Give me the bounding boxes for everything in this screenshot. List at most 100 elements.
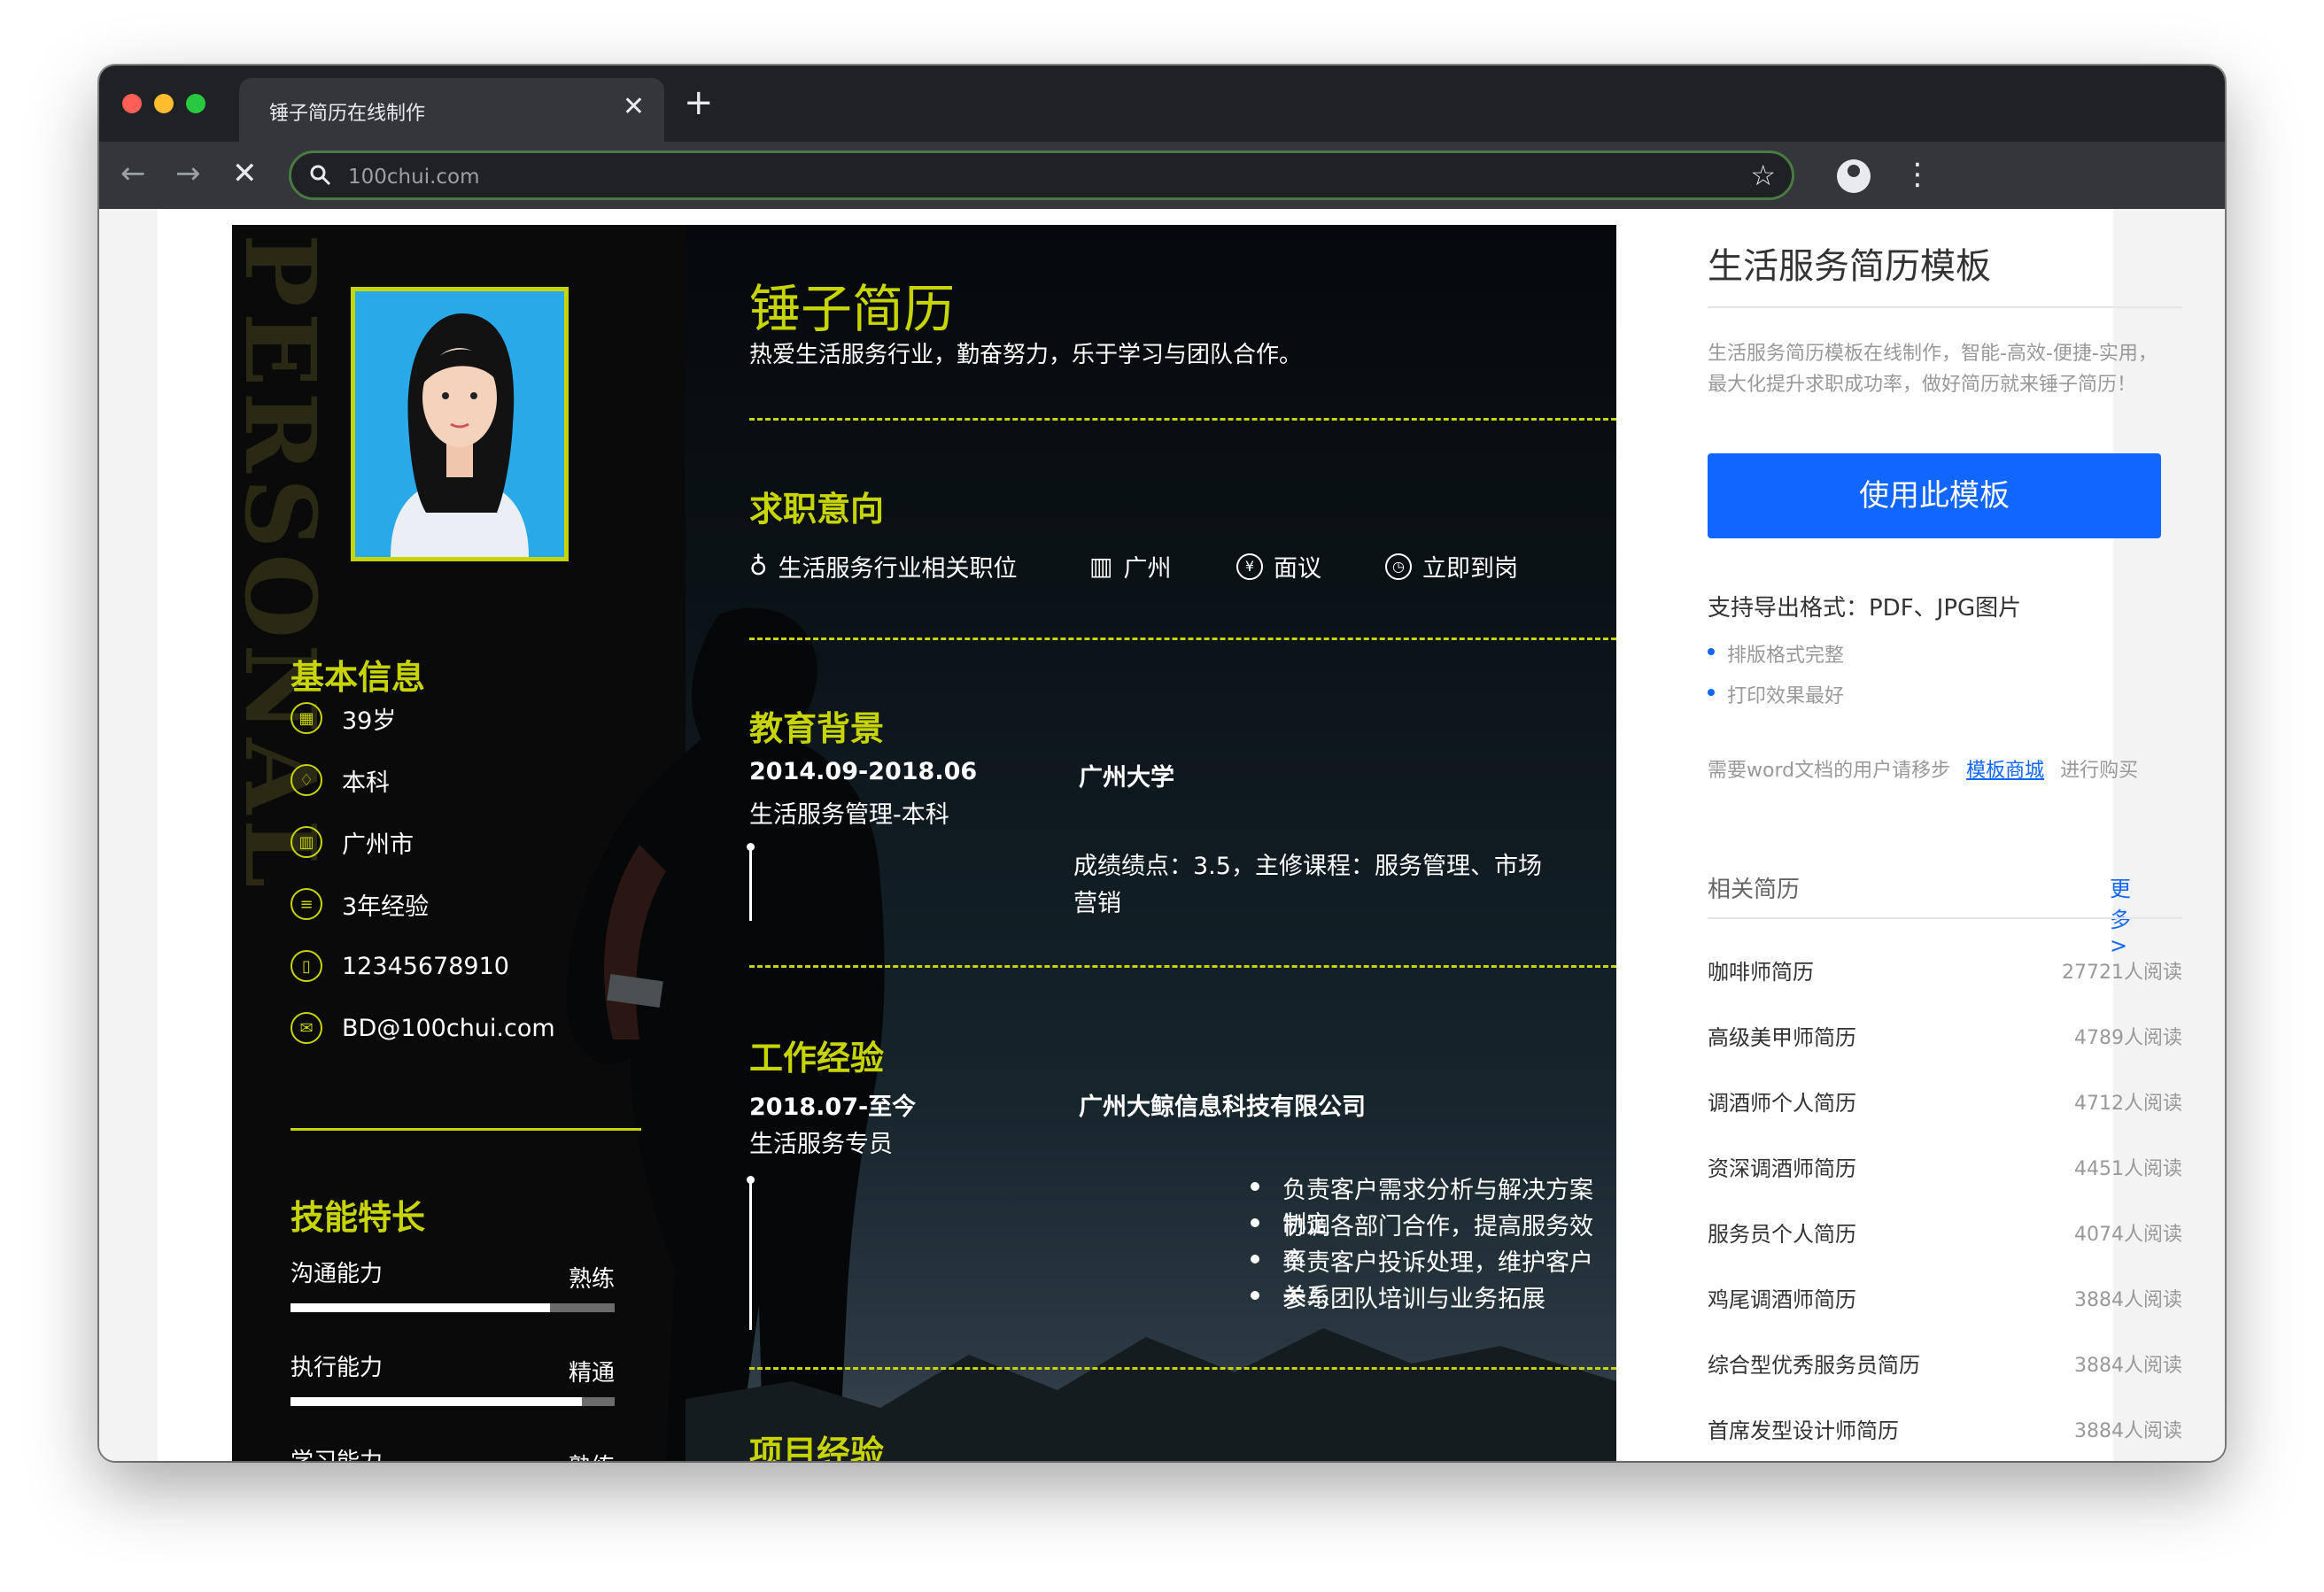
bookmark-star-icon[interactable]: ☆ bbox=[1750, 158, 1776, 192]
tab-close-icon[interactable]: ✕ bbox=[623, 92, 645, 122]
education-school: 广州大学 bbox=[1079, 764, 1174, 792]
skill-progress-bar bbox=[290, 1397, 615, 1406]
dashed-divider bbox=[749, 965, 1616, 968]
education-detail: 成绩绩点：3.5，主修课程：服务管理、市场 bbox=[1073, 853, 1542, 880]
close-window-button[interactable] bbox=[122, 94, 142, 113]
skill-level: 熟练 bbox=[569, 1449, 615, 1461]
resume-preview: PERSONAL 基本信息 ▦ 39岁 ♢ 本科 ▥ 广州市 ≡ 3年经验 ▯ … bbox=[232, 225, 1616, 1461]
basic-info-item: ▦ 39岁 bbox=[290, 700, 396, 736]
sidebar-title: 生活服务简历模板 bbox=[1708, 246, 1991, 287]
new-tab-button[interactable]: + bbox=[684, 81, 714, 124]
sidebar-description-line: 生活服务简历模板在线制作，智能-高效-便捷-实用， bbox=[1708, 343, 2157, 365]
basic-info-item: ✉ BD@100chui.com bbox=[290, 1010, 555, 1046]
related-resume-name[interactable]: 服务员个人简历 bbox=[1708, 1217, 1856, 1248]
job-intent-title: 求职意向 bbox=[749, 490, 885, 529]
related-resume-name[interactable]: 综合型优秀服务员简历 bbox=[1708, 1348, 1920, 1379]
work-bullet-item: 负责客户需求分析与解决方案制定 bbox=[1249, 1171, 1616, 1239]
basic-info-text: 3年经验 bbox=[342, 893, 430, 921]
feature-item: 排版格式完整 bbox=[1708, 639, 1844, 668]
word-note: 需要word文档的用户请移步 模板商城 进行购买 bbox=[1708, 754, 2138, 783]
basic-info-text: 广州市 bbox=[342, 831, 414, 859]
related-resume-name[interactable]: 咖啡师简历 bbox=[1708, 954, 1814, 985]
related-resume-name[interactable]: 高级美甲师简历 bbox=[1708, 1020, 1856, 1051]
minimize-window-button[interactable] bbox=[154, 94, 174, 113]
resume-name: 锤子简历 bbox=[749, 279, 956, 339]
skill-name: 沟通能力 bbox=[290, 1261, 383, 1287]
word-note-text: 需要word文档的用户请移步 bbox=[1708, 760, 1951, 782]
browser-tab[interactable]: 锤子简历在线制作 ✕ bbox=[239, 78, 664, 142]
related-resume-item[interactable]: 咖啡师简历 27721人阅读 bbox=[1708, 954, 2182, 990]
building-icon: ▥ bbox=[1089, 552, 1113, 581]
forward-arrow-icon[interactable]: → bbox=[175, 154, 201, 193]
related-resume-reads: 4712人阅读 bbox=[2074, 1093, 2182, 1115]
tab-title: 锤子简历在线制作 bbox=[269, 103, 426, 125]
work-bullet-item: 负责客户投诉处理，维护客户关系 bbox=[1249, 1243, 1616, 1311]
maximize-window-button[interactable] bbox=[186, 94, 205, 113]
tie-icon: ♁ bbox=[749, 552, 768, 581]
skills-title: 技能特长 bbox=[290, 1198, 426, 1237]
sidebar-divider bbox=[1708, 306, 2182, 308]
related-resume-name[interactable]: 资深调酒师简历 bbox=[1708, 1151, 1856, 1182]
related-resume-name[interactable]: 鸡尾调酒师简历 bbox=[1708, 1282, 1856, 1313]
skill-item: 执行能力 精通 bbox=[290, 1349, 615, 1406]
dashed-divider bbox=[749, 1367, 1616, 1370]
skill-progress-fill bbox=[290, 1303, 550, 1312]
intent-salary: ¥ 面议 bbox=[1236, 549, 1321, 583]
intent-city-text: 广州 bbox=[1123, 555, 1172, 583]
back-arrow-icon[interactable]: ← bbox=[120, 154, 146, 193]
education-major: 生活服务管理-本科 bbox=[749, 801, 949, 829]
education-detail-cont: 营销 bbox=[1073, 890, 1121, 917]
more-link[interactable]: 更多> bbox=[2110, 871, 2131, 958]
use-template-button[interactable]: 使用此模板 bbox=[1708, 453, 2161, 538]
related-resume-item[interactable]: 服务员个人简历 4074人阅读 bbox=[1708, 1217, 2182, 1252]
portrait-image bbox=[355, 291, 564, 557]
related-resume-item[interactable]: 综合型优秀服务员简历 3884人阅读 bbox=[1708, 1348, 2182, 1383]
title-bar: 锤子简历在线制作 ✕ + bbox=[99, 66, 2225, 142]
search-icon bbox=[310, 165, 331, 186]
dashed-divider bbox=[749, 638, 1616, 640]
template-sidebar: 生活服务简历模板 生活服务简历模板在线制作，智能-高效-便捷-实用， 最大化提升… bbox=[1663, 209, 2182, 1461]
work-bullet-item: 协调各部门合作，提高服务效率 bbox=[1249, 1207, 1616, 1275]
related-resume-reads: 3884人阅读 bbox=[2074, 1289, 2182, 1311]
sidebar-divider bbox=[1708, 917, 2182, 919]
basic-info-item: ♢ 本科 bbox=[290, 762, 390, 798]
browser-menu-icon[interactable]: ⋮ bbox=[1902, 152, 1933, 197]
address-bar[interactable]: 100chui.com ☆ bbox=[289, 151, 1794, 200]
template-store-link[interactable]: 模板商城 bbox=[1966, 760, 2044, 782]
intent-arrival: ◷ 立即到岗 bbox=[1385, 549, 1518, 583]
related-resume-name[interactable]: 首席发型设计师简历 bbox=[1708, 1413, 1899, 1444]
related-resume-item[interactable]: 调酒师个人简历 4712人阅读 bbox=[1708, 1086, 2182, 1121]
basic-info-text: 39岁 bbox=[342, 707, 397, 735]
skill-level: 精通 bbox=[568, 1360, 615, 1387]
intent-arrival-text: 立即到岗 bbox=[1422, 555, 1518, 583]
related-resume-item[interactable]: 资深调酒师简历 4451人阅读 bbox=[1708, 1151, 2182, 1186]
work-period: 2018.07-至今 bbox=[749, 1094, 917, 1121]
sidebar-description-line: 最大化提升求职成功率，做好简历就来锤子简历！ bbox=[1708, 374, 2137, 396]
intent-salary-text: 面议 bbox=[1274, 555, 1321, 583]
related-resume-name[interactable]: 调酒师个人简历 bbox=[1708, 1086, 1856, 1117]
skill-progress-fill bbox=[290, 1397, 583, 1406]
intent-position-text: 生活服务行业相关职位 bbox=[778, 555, 1018, 583]
basic-info-item: ▯ 12345678910 bbox=[290, 948, 509, 984]
work-bullets: 负责客户需求分析与解决方案制定 协调各部门合作，提高服务效率 负责客户投诉处理，维护… bbox=[1249, 1171, 1616, 1316]
profile-avatar-icon[interactable] bbox=[1837, 159, 1871, 193]
basic-info-text: 本科 bbox=[342, 769, 390, 797]
related-resume-item[interactable]: 首席发型设计师简历 3884人阅读 bbox=[1708, 1413, 2182, 1449]
building-icon: ▥ bbox=[290, 826, 322, 858]
mail-icon: ✉ bbox=[290, 1012, 322, 1044]
related-resume-item[interactable]: 高级美甲师简历 4789人阅读 bbox=[1708, 1020, 2182, 1055]
intent-position: ♁ 生活服务行业相关职位 bbox=[749, 549, 1018, 583]
profile-photo bbox=[351, 287, 569, 561]
document-icon: ≡ bbox=[290, 888, 322, 920]
education-title: 教育背景 bbox=[749, 709, 885, 748]
sidebar-description: 生活服务简历模板在线制作，智能-高效-便捷-实用， 最大化提升求职成功率，做好简… bbox=[1708, 338, 2186, 400]
related-resume-item[interactable]: 鸡尾调酒师简历 3884人阅读 bbox=[1708, 1282, 2182, 1318]
basic-info-text: BD@100chui.com bbox=[342, 1014, 555, 1042]
url-text[interactable]: 100chui.com bbox=[348, 166, 480, 189]
browser-window: 锤子简历在线制作 ✕ + ← → ✕ 100chui.com ☆ ⋮ PERSO… bbox=[99, 66, 2225, 1461]
phone-icon: ▯ bbox=[290, 950, 322, 982]
timeline-line bbox=[747, 1176, 755, 1330]
stop-loading-icon[interactable]: ✕ bbox=[232, 154, 258, 193]
feature-item: 打印效果最好 bbox=[1708, 680, 1844, 708]
page-content: PERSONAL 基本信息 ▦ 39岁 ♢ 本科 ▥ 广州市 ≡ 3年经验 ▯ … bbox=[158, 209, 2182, 1461]
